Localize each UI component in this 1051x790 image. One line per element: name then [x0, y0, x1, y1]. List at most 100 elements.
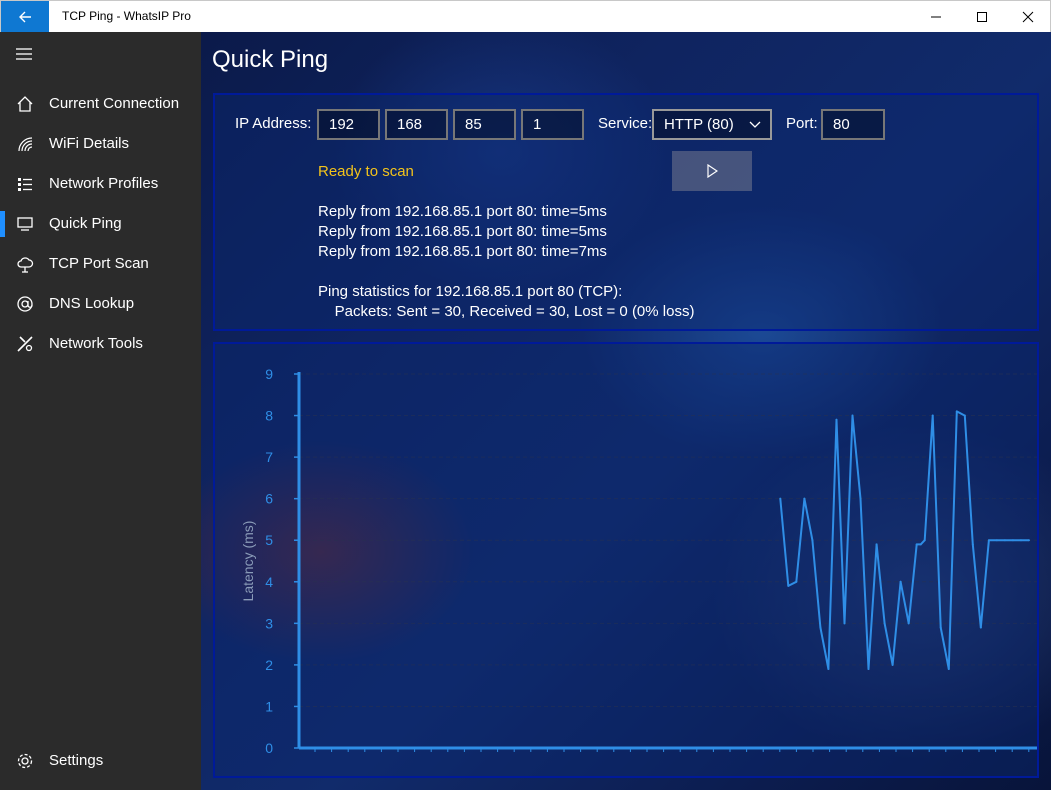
y-tick-label: 6 — [265, 491, 273, 507]
data-point — [923, 539, 926, 542]
result-line: Reply from 192.168.85.1 port 80: time=5m… — [318, 203, 607, 220]
data-point — [787, 584, 790, 587]
service-dropdown[interactable]: HTTP (80) — [652, 109, 772, 140]
main-content: Quick Ping IP Address: 192 168 85 1 Serv… — [201, 32, 1051, 790]
sidebar-item-network-profiles[interactable]: Network Profiles — [0, 164, 201, 204]
y-tick-label: 8 — [265, 408, 273, 424]
ip-address-label: IP Address: — [235, 115, 312, 132]
wifi-icon — [16, 135, 34, 153]
stats-detail: Packets: Sent = 30, Received = 30, Lost … — [318, 303, 695, 320]
home-icon — [16, 95, 34, 113]
data-point — [867, 668, 870, 671]
y-axis-label: Latency (ms) — [240, 521, 256, 602]
stats-header: Ping statistics for 192.168.85.1 port 80… — [318, 283, 623, 300]
result-line: Reply from 192.168.85.1 port 80: time=5m… — [318, 223, 607, 240]
data-point — [987, 539, 990, 542]
list-icon — [16, 175, 34, 193]
service-label: Service: — [598, 115, 653, 132]
title-bar: TCP Ping - WhatsIP Pro — [0, 0, 1051, 33]
close-button[interactable] — [1005, 1, 1051, 33]
y-tick-label: 7 — [265, 449, 273, 465]
minimize-icon — [931, 16, 941, 18]
data-point — [947, 668, 950, 671]
data-point — [919, 543, 922, 546]
data-point — [1027, 539, 1030, 542]
data-point — [915, 543, 918, 546]
sidebar-item-label: WiFi Details — [49, 135, 130, 152]
back-button[interactable] — [1, 1, 49, 33]
data-point — [995, 539, 998, 542]
data-point — [931, 414, 934, 417]
play-icon — [707, 164, 718, 178]
data-point — [955, 410, 958, 413]
data-point — [899, 580, 902, 583]
sidebar-item-label: Quick Ping — [49, 215, 122, 232]
data-point — [827, 668, 830, 671]
data-point — [803, 497, 806, 500]
data-point — [1019, 539, 1022, 542]
data-point — [811, 539, 814, 542]
window-title: TCP Ping - WhatsIP Pro — [62, 9, 191, 23]
monitor-icon — [16, 215, 34, 233]
latency-chart-panel: 0 1 2 3 4 5 6 7 8 9 Latency (ms) — [213, 342, 1039, 778]
gear-icon — [16, 752, 34, 770]
data-point — [939, 626, 942, 629]
sidebar-item-wifi-details[interactable]: WiFi Details — [0, 124, 201, 164]
data-point — [1003, 539, 1006, 542]
sidebar-item-network-tools[interactable]: Network Tools — [0, 324, 201, 364]
data-point — [963, 414, 966, 417]
close-icon — [1022, 11, 1034, 23]
cloud-icon — [16, 255, 34, 273]
sidebar-item-quick-ping[interactable]: Quick Ping — [0, 204, 201, 244]
data-point — [979, 626, 982, 629]
y-tick-label: 4 — [265, 574, 273, 590]
y-tick-label: 3 — [265, 615, 273, 631]
ping-form-panel: IP Address: 192 168 85 1 Service: HTTP (… — [213, 93, 1039, 331]
sidebar-item-label: Current Connection — [49, 95, 180, 112]
sidebar-item-label: TCP Port Scan — [49, 255, 149, 272]
service-value: HTTP (80) — [664, 116, 734, 133]
data-point — [795, 580, 798, 583]
sidebar-item-settings[interactable]: Settings — [0, 741, 201, 781]
data-point — [1011, 539, 1014, 542]
latency-chart: 0 1 2 3 4 5 6 7 8 9 Latency (ms) — [240, 366, 1037, 756]
data-point — [907, 622, 910, 625]
sidebar: Current Connection WiFi Details Network … — [0, 32, 201, 790]
minimize-button[interactable] — [913, 1, 959, 33]
data-point — [843, 622, 846, 625]
sidebar-item-label: DNS Lookup — [49, 295, 135, 312]
at-icon — [16, 295, 34, 313]
y-tick-label: 5 — [265, 532, 273, 548]
sidebar-item-tcp-port-scan[interactable]: TCP Port Scan — [0, 244, 201, 284]
data-point — [883, 622, 886, 625]
port-input[interactable]: 80 — [821, 109, 885, 140]
maximize-button[interactable] — [959, 1, 1005, 33]
hamburger-menu-icon — [16, 48, 32, 60]
sidebar-item-dns-lookup[interactable]: DNS Lookup — [0, 284, 201, 324]
y-tick-label: 0 — [265, 740, 273, 756]
result-line: Reply from 192.168.85.1 port 80: time=7m… — [318, 243, 607, 260]
sidebar-item-label: Network Profiles — [49, 175, 159, 192]
data-point — [851, 414, 854, 417]
data-point — [971, 543, 974, 546]
ip-octet-2-input[interactable]: 168 — [385, 109, 448, 140]
port-label: Port: — [786, 115, 818, 132]
ip-octet-1-input[interactable]: 192 — [317, 109, 380, 140]
ip-octet-3-input[interactable]: 85 — [453, 109, 516, 140]
data-point — [819, 626, 822, 629]
data-point — [875, 543, 878, 546]
maximize-icon — [977, 12, 987, 22]
sidebar-item-current-connection[interactable]: Current Connection — [0, 84, 201, 124]
y-tick-label: 9 — [265, 366, 273, 382]
start-ping-button[interactable] — [672, 151, 752, 191]
status-text: Ready to scan — [318, 163, 414, 180]
data-point — [859, 497, 862, 500]
back-arrow-icon — [19, 11, 31, 23]
y-tick-label: 1 — [265, 698, 273, 714]
data-point — [835, 418, 838, 421]
y-tick-label: 2 — [265, 657, 273, 673]
page-title: Quick Ping — [212, 46, 329, 73]
hamburger-menu-button[interactable] — [0, 32, 48, 76]
data-point — [779, 497, 782, 500]
ip-octet-4-input[interactable]: 1 — [521, 109, 584, 140]
